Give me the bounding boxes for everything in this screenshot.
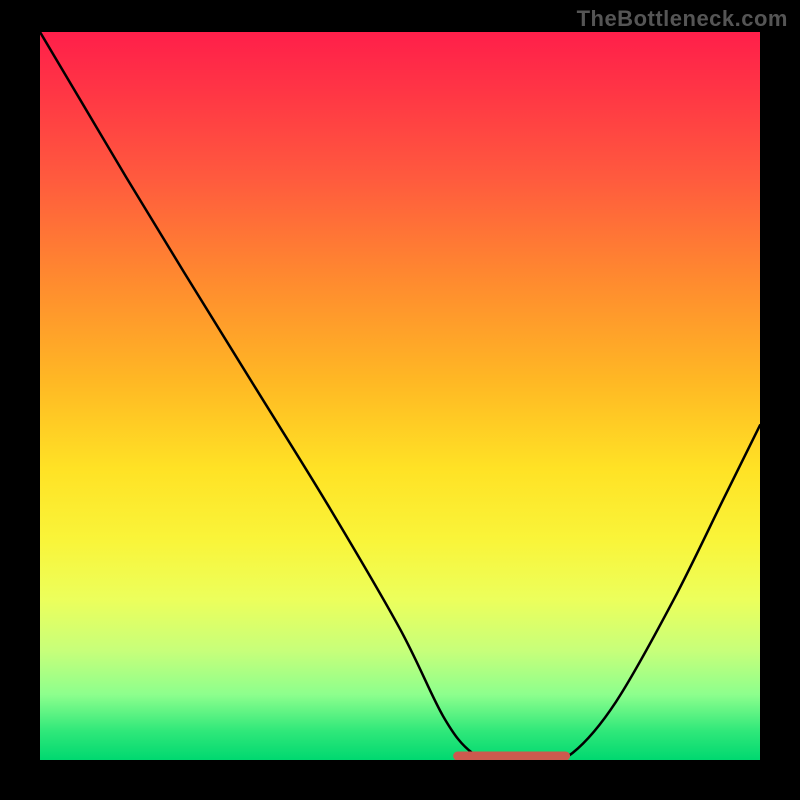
bottleneck-curve [40,32,760,760]
watermark-text: TheBottleneck.com [577,6,788,32]
curve-layer [40,32,760,760]
chart-frame: TheBottleneck.com [0,0,800,800]
plot-area [40,32,760,760]
